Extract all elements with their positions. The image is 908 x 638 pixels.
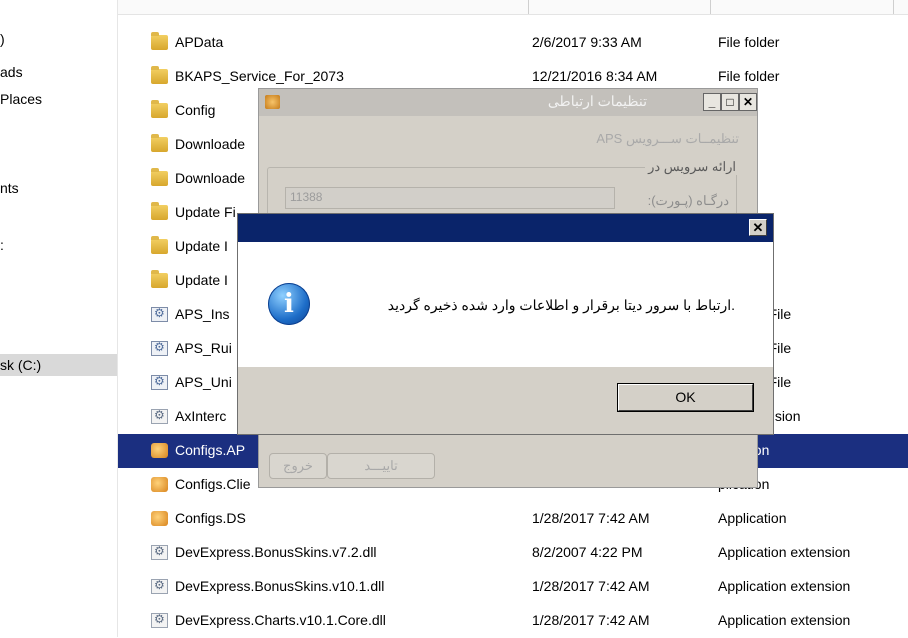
file-name[interactable]: DevExpress.BonusSkins.v10.1.dll	[175, 578, 384, 594]
file-date-modified: 12/21/2016 8:34 AM	[532, 68, 658, 84]
file-name[interactable]: BKAPS_Service_For_2073	[175, 68, 344, 84]
file-name[interactable]: APData	[175, 34, 223, 50]
file-row[interactable]: DevExpress.BonusSkins.v7.2.dll 8/2/2007 4…	[118, 536, 908, 570]
file-name[interactable]: Update I	[175, 272, 228, 288]
file-name[interactable]: Configs.AP	[175, 442, 245, 458]
folder-icon	[151, 134, 168, 152]
file-date-modified: 8/2/2007 4:22 PM	[532, 544, 643, 560]
file-name[interactable]: Update Fi	[175, 204, 236, 220]
maximize-button[interactable]: □	[721, 93, 739, 111]
file-name[interactable]: APS_Uni	[175, 374, 232, 390]
settings-dialog-title: تنظیمات ارتباطی	[547, 93, 647, 109]
folder-icon	[151, 236, 168, 254]
file-date-modified: 2/6/2017 9:33 AM	[532, 34, 642, 50]
close-button[interactable]: ✕	[739, 93, 757, 111]
minimize-button[interactable]: _	[703, 93, 721, 111]
file-name[interactable]: Configs.Clie	[175, 476, 250, 492]
file-row[interactable]: Configs.DS 1/28/2017 7:42 AM Application	[118, 502, 908, 536]
file-date-modified: 1/28/2017 7:42 AM	[532, 510, 650, 526]
batch-file-icon	[151, 374, 168, 390]
file-name[interactable]: AxInterc	[175, 408, 226, 424]
application-icon	[151, 477, 168, 492]
settings-header: تنظیمــات ســـرویس APS	[596, 131, 739, 146]
application-icon	[151, 443, 168, 458]
exit-button[interactable]: خروج	[269, 453, 327, 479]
dll-icon	[151, 612, 168, 628]
nav-item-local-disk-c[interactable]: sk (C:)	[0, 354, 117, 376]
file-date-modified: 1/28/2017 7:42 AM	[532, 612, 650, 628]
file-type: Application extension	[718, 578, 851, 594]
file-name[interactable]: Update I	[175, 238, 228, 254]
nav-item[interactable]: :	[0, 234, 4, 256]
folder-icon	[151, 168, 168, 186]
file-name[interactable]: DevExpress.Charts.v10.1.Core.dll	[175, 612, 386, 628]
close-button[interactable]: ✕	[749, 219, 767, 236]
dll-icon	[151, 578, 168, 594]
column-header	[118, 0, 908, 15]
service-group-label: ارائه سرویس در	[645, 159, 739, 175]
dll-icon	[151, 544, 168, 560]
nav-item-recent-places[interactable]: Places	[0, 88, 42, 110]
column-divider[interactable]	[893, 0, 894, 14]
file-name[interactable]: DevExpress.BonusSkins.v7.2.dll	[175, 544, 377, 560]
app-icon	[265, 95, 280, 109]
file-name[interactable]: Config	[175, 102, 215, 118]
navigation-pane: ) ads Places nts : sk (C:)	[0, 0, 117, 637]
info-icon: i	[268, 283, 310, 325]
folder-icon	[151, 32, 168, 50]
port-field[interactable]: 11388	[285, 187, 615, 209]
folder-icon	[151, 100, 168, 118]
file-name[interactable]: Downloade	[175, 170, 245, 186]
file-type: Application extension	[718, 544, 851, 560]
message-text: .ارتباط با سرور دیتا برقرار و اطلاعات وا…	[387, 297, 735, 313]
file-type: Application extension	[718, 612, 851, 628]
file-date-modified: 1/28/2017 7:42 AM	[532, 578, 650, 594]
batch-file-icon	[151, 306, 168, 322]
application-icon	[151, 511, 168, 526]
file-row[interactable]: DevExpress.Charts.v10.1.Core.dll 1/28/201…	[118, 604, 908, 638]
folder-icon	[151, 66, 168, 84]
folder-icon	[151, 202, 168, 220]
file-type: File folder	[718, 34, 780, 50]
message-box: ✕ i .ارتباط با سرور دیتا برقرار و اطلاعا…	[237, 213, 774, 435]
ok-button[interactable]: OK	[618, 384, 753, 411]
file-type: File folder	[718, 68, 780, 84]
message-box-titlebar[interactable]: ✕	[238, 214, 773, 242]
column-divider[interactable]	[710, 0, 711, 14]
file-name[interactable]: Configs.DS	[175, 510, 246, 526]
batch-file-icon	[151, 340, 168, 356]
file-type: Application	[718, 510, 787, 526]
file-name[interactable]: APS_Rui	[175, 340, 232, 356]
confirm-button[interactable]: تاییـــد	[327, 453, 435, 479]
nav-item[interactable]: )	[0, 28, 5, 50]
settings-dialog-titlebar[interactable]: تنظیمات ارتباطی _ □ ✕	[259, 89, 757, 116]
file-row[interactable]: DevExpress.BonusSkins.v10.1.dll 1/28/2017…	[118, 570, 908, 604]
file-name[interactable]: Downloade	[175, 136, 245, 152]
nav-item-downloads[interactable]: ads	[0, 61, 23, 83]
column-divider[interactable]	[528, 0, 529, 14]
dll-icon	[151, 408, 168, 424]
file-name[interactable]: APS_Ins	[175, 306, 229, 322]
file-row[interactable]: APData 2/6/2017 9:33 AM File folder	[118, 26, 908, 60]
nav-item-documents[interactable]: nts	[0, 177, 19, 199]
folder-icon	[151, 270, 168, 288]
port-label: درگـاه (پـورت):	[647, 193, 729, 208]
